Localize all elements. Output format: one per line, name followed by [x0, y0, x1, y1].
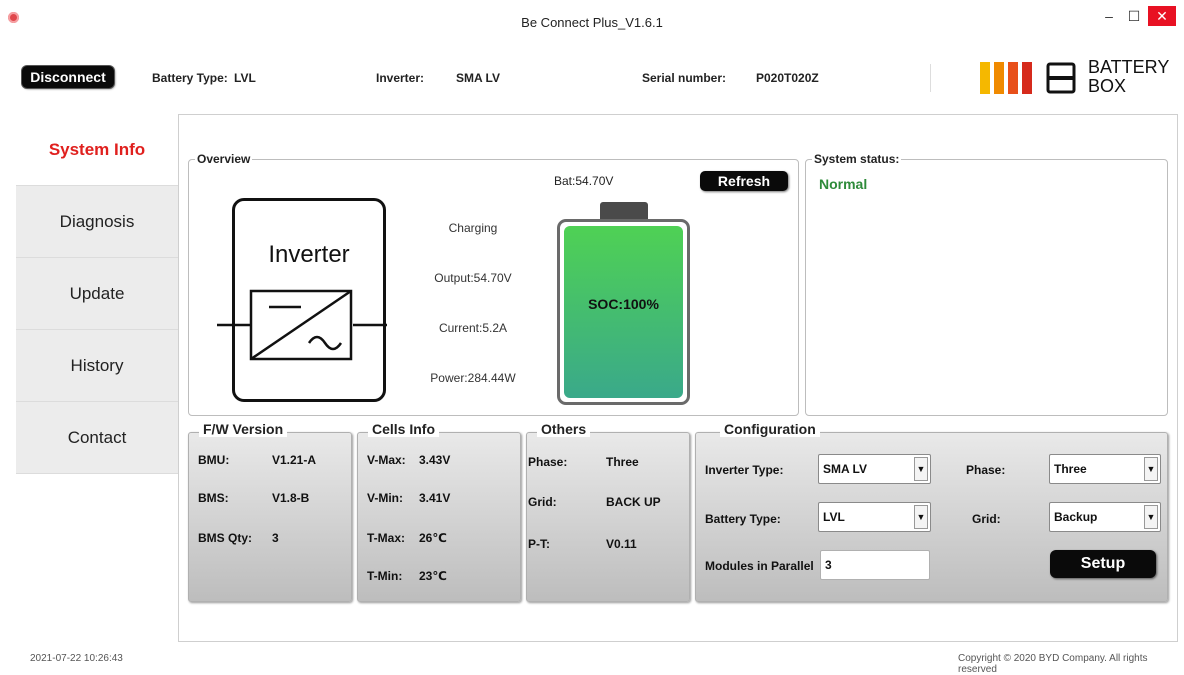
pt-value: V0.11 [606, 537, 637, 551]
side-tabs: System Info Diagnosis Update History Con… [16, 114, 178, 474]
t-max-label: T-Max: [367, 531, 406, 545]
v-min-value: 3.41V [419, 491, 451, 505]
maximize-button[interactable]: ☐ [1124, 6, 1144, 26]
bmu-value: V1.21-A [272, 453, 317, 467]
logo-text-battery: BATTERY [1088, 57, 1170, 77]
output-power: Power:284.44W [430, 371, 516, 385]
grid-config-label: Grid: [972, 512, 1001, 526]
inverter-symbol-icon [217, 289, 387, 361]
battery-type-config-label: Battery Type: [705, 512, 781, 526]
pt-label: P-T: [528, 537, 550, 551]
phase-config-label: Phase: [966, 463, 1006, 477]
output-current: Current:5.2A [438, 321, 508, 335]
t-min-value: 23℃ [419, 569, 447, 583]
inverter-label: Inverter: [376, 71, 425, 85]
battery-type-value: LVL [234, 71, 256, 85]
grid-selected: Backup [1054, 510, 1098, 524]
window-title: Be Connect Plus_V1.6.1 [521, 15, 663, 30]
tab-diagnosis[interactable]: Diagnosis [16, 186, 178, 258]
system-status-value: Normal [819, 176, 868, 192]
t-min-label: T-Min: [367, 569, 403, 583]
cells-info-panel: Cells Info V-Max: 3.43V V-Min: 3.41V T-M… [357, 421, 521, 602]
grid-select[interactable]: Backup ▼ [1049, 502, 1161, 532]
tab-system-info[interactable]: System Info [16, 114, 178, 186]
fw-version-panel: F/W Version BMU: V1.21-A BMS: V1.8-B BMS… [188, 421, 352, 602]
system-status-legend: System status: [814, 152, 900, 166]
modules-in-parallel-label: Modules in Parallel [705, 559, 814, 573]
close-button[interactable]: ✕ [1148, 6, 1176, 26]
v-max-value: 3.43V [419, 453, 451, 467]
grid-value: BACK UP [606, 495, 661, 509]
chevron-down-icon[interactable]: ▼ [1144, 457, 1158, 481]
charging-state: Charging [448, 221, 498, 235]
phase-selected: Three [1054, 462, 1087, 476]
phase-value: Three [606, 455, 639, 469]
output-voltage: Output:54.70V [434, 271, 512, 285]
configuration-title: Configuration [720, 421, 820, 437]
phase-select[interactable]: Three ▼ [1049, 454, 1161, 484]
inverter-type-selected: SMA LV [823, 462, 867, 476]
modules-in-parallel-input[interactable]: 3 [820, 550, 930, 580]
serial-number-value: P020T020Z [756, 71, 819, 85]
bms-qty-label: BMS Qty: [198, 531, 252, 545]
refresh-button[interactable]: Refresh [700, 171, 788, 191]
logo-text-box: BOX [1088, 76, 1127, 96]
chevron-down-icon[interactable]: ▼ [914, 505, 928, 529]
cells-info-title: Cells Info [368, 421, 440, 437]
battery-voltage: Bat:54.70V [554, 174, 614, 188]
t-max-value: 26℃ [419, 531, 447, 545]
setup-button[interactable]: Setup [1050, 550, 1156, 578]
v-min-label: V-Min: [367, 491, 403, 505]
grid-label: Grid: [528, 495, 557, 509]
minimize-button[interactable]: – [1098, 6, 1120, 26]
bms-value: V1.8-B [272, 491, 310, 505]
bmu-label: BMU: [198, 453, 230, 467]
v-max-label: V-Max: [367, 453, 406, 467]
inverter-type-label: Inverter Type: [705, 463, 784, 477]
soc-value: SOC:100% [588, 296, 659, 312]
bms-qty-value: 3 [272, 531, 279, 545]
fw-version-title: F/W Version [199, 421, 288, 437]
header-divider [930, 64, 931, 92]
others-title: Others [537, 421, 591, 437]
others-panel: Others Phase: Three Grid: BACK UP P-T: V… [526, 421, 690, 602]
inverter-type-select[interactable]: SMA LV ▼ [818, 454, 931, 484]
inverter-value: SMA LV [456, 71, 500, 85]
battery-level-fill [564, 226, 683, 398]
modules-in-parallel-value: 3 [825, 558, 832, 572]
battery-icon: SOC:100% [557, 219, 690, 405]
chevron-down-icon[interactable]: ▼ [1144, 505, 1158, 529]
disconnect-button[interactable]: Disconnect [22, 66, 114, 88]
bms-label: BMS: [198, 491, 229, 505]
tab-history[interactable]: History [16, 330, 178, 402]
battery-box-logo: BATTERY BOX [970, 56, 1170, 100]
footer-copyright: Copyright © 2020 BYD Company. All rights… [958, 653, 1148, 675]
serial-number-label: Serial number: [642, 71, 727, 85]
battery-type-label: Battery Type: [152, 71, 228, 85]
tab-contact[interactable]: Contact [16, 402, 178, 474]
inverter-graphic: Inverter [217, 198, 387, 402]
chevron-down-icon[interactable]: ▼ [914, 457, 928, 481]
phase-label: Phase: [528, 455, 568, 469]
configuration-panel: Configuration Inverter Type: SMA LV ▼ Ba… [695, 421, 1168, 602]
inverter-graphic-label: Inverter [268, 241, 350, 268]
battery-type-selected: LVL [823, 510, 845, 524]
tab-update[interactable]: Update [16, 258, 178, 330]
battery-type-select[interactable]: LVL ▼ [818, 502, 931, 532]
overview-legend: Overview [197, 152, 251, 166]
